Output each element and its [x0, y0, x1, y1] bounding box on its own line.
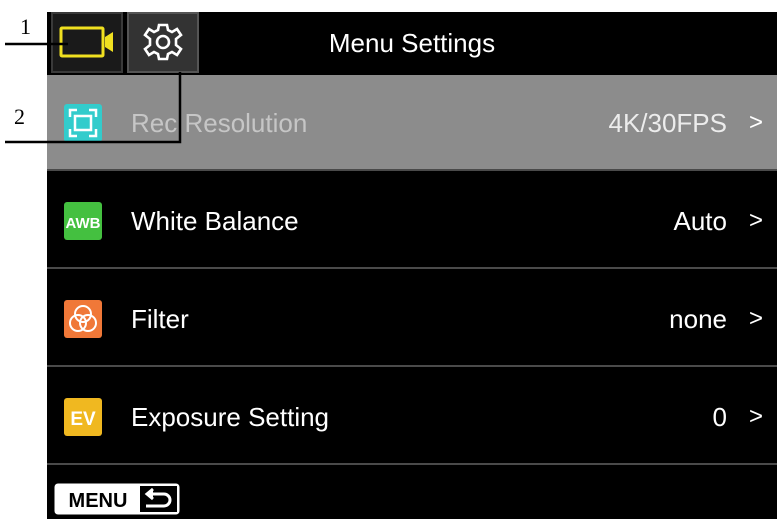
- menu-item-exposure-setting[interactable]: EV Exposure Setting 0 >: [47, 369, 777, 465]
- chevron-right-icon: >: [748, 305, 763, 332]
- menu-label: MENU: [69, 490, 128, 512]
- footer-bar: MENU: [47, 467, 777, 519]
- menu-item-label: White Balance: [131, 206, 299, 236]
- awb-icon-text: AWB: [66, 215, 101, 232]
- tab-settings[interactable]: [127, 12, 199, 73]
- menu-item-value: none: [669, 304, 727, 334]
- tab-video-mode[interactable]: [51, 12, 123, 73]
- menu-item-white-balance[interactable]: AWB White Balance Auto >: [47, 173, 777, 269]
- video-camera-icon: [59, 26, 113, 58]
- menu-item-value: 0: [712, 402, 727, 432]
- ev-icon: EV: [64, 398, 102, 436]
- chevron-right-icon: >: [748, 403, 763, 430]
- chevron-right-icon: >: [748, 109, 763, 136]
- callout-number-2: 2: [14, 104, 25, 129]
- camera-screen: Menu Settings Rec Resolution 4K/30FPS > …: [47, 12, 777, 519]
- resolution-icon: [64, 104, 102, 142]
- menu-item-value: 4K/30FPS: [608, 108, 727, 138]
- menu-item-value: Auto: [673, 206, 728, 236]
- awb-icon: AWB: [64, 202, 102, 240]
- menu-item-rec-resolution[interactable]: Rec Resolution 4K/30FPS >: [47, 75, 777, 171]
- gear-icon: [143, 23, 183, 61]
- page-title: Menu Settings: [328, 28, 496, 58]
- menu-item-label: Exposure Setting: [131, 402, 330, 432]
- ev-icon-text: EV: [70, 409, 96, 430]
- menu-back-button[interactable]: MENU: [54, 483, 180, 515]
- menu-item-label: Rec Resolution: [131, 108, 308, 138]
- callout-number-1: 1: [20, 14, 31, 39]
- menu-item-label: Filter: [131, 304, 189, 334]
- header-bar: Menu Settings: [47, 12, 777, 75]
- menu-item-filter[interactable]: Filter none >: [47, 271, 777, 367]
- chevron-right-icon: >: [748, 207, 763, 234]
- filter-icon: [64, 300, 102, 338]
